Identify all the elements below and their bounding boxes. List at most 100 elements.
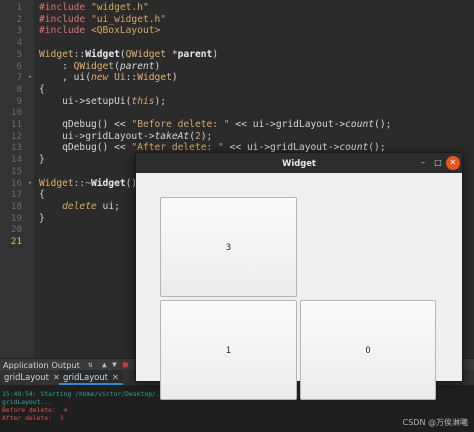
line-number: 20 <box>10 224 22 236</box>
code-text: #include <QBoxLayout> <box>39 25 160 36</box>
line-number: 19 <box>10 212 22 224</box>
line-number: 3 <box>16 25 22 37</box>
tab-label: gridLayout <box>4 372 49 382</box>
line-number: 4 <box>16 37 22 49</box>
line-number: 11 <box>10 119 22 130</box>
code-token: #include <box>39 2 91 13</box>
code-line: 6 : QWidget(parent) <box>0 61 474 72</box>
code-token: Widget <box>39 177 74 189</box>
code-token: { <box>39 83 45 95</box>
code-text: Widget::~Widget() <box>39 178 137 189</box>
code-line: 11 qDebug() << "Before delete: " << ui->… <box>0 119 474 130</box>
line-number: 14 <box>10 154 22 166</box>
code-token: ui->gridLayout-> <box>39 130 155 142</box>
code-token: { <box>39 189 45 201</box>
code-token: takeAt <box>154 130 190 142</box>
line-number: 16 <box>10 177 22 189</box>
code-token: Ui <box>114 72 126 84</box>
code-token: (); <box>374 119 392 130</box>
close-button[interactable]: ✕ <box>446 156 460 170</box>
line-number: 10 <box>10 107 22 119</box>
code-text: ui->setupUi(this); <box>39 96 166 107</box>
line-number: 1 <box>16 2 22 13</box>
code-token: <QBoxLayout> <box>90 25 161 37</box>
code-token: Widget <box>90 177 126 189</box>
close-icon[interactable]: ✕ <box>112 372 119 382</box>
up-arrow-icon[interactable]: ▲ <box>102 360 107 370</box>
code-text: #include "widget.h" <box>39 2 149 13</box>
code-token: "ui_widget.h" <box>90 13 167 25</box>
fold-arrow-icon[interactable]: ▾ <box>28 72 32 83</box>
code-text: { <box>39 84 45 95</box>
code-token: QWidget <box>73 60 115 72</box>
grid-button-1[interactable]: 1 <box>160 300 297 400</box>
code-token: count <box>345 119 375 130</box>
code-token: ui->setupUi( <box>39 95 132 107</box>
maximize-button[interactable]: □ <box>431 156 445 170</box>
line-number: 2 <box>16 13 22 25</box>
code-text: } <box>39 154 45 165</box>
code-token: parent <box>177 48 213 60</box>
window-title: Widget <box>282 158 316 168</box>
window-titlebar[interactable]: Widget – □ ✕ <box>136 153 462 173</box>
code-token: ui; <box>96 200 120 212</box>
grid-button-0[interactable]: 0 <box>300 300 436 400</box>
stop-icon[interactable]: ■ <box>123 360 128 370</box>
line-number: 5 <box>16 48 22 60</box>
code-token: } <box>39 212 45 224</box>
line-number: 15 <box>10 165 22 177</box>
code-token: } <box>39 154 45 166</box>
code-token: :: <box>125 72 138 84</box>
code-line: 5 Widget::Widget(QWidget *parent) <box>0 49 474 60</box>
grid-button-3[interactable]: 3 <box>160 197 297 297</box>
code-token: Widget <box>85 48 120 60</box>
code-line: 1 #include "widget.h" <box>0 2 474 13</box>
code-token: new <box>90 72 115 84</box>
code-token: parent <box>119 60 155 72</box>
code-token: ) <box>154 60 161 72</box>
code-text: ui->gridLayout->takeAt(2); <box>39 131 212 142</box>
code-line: 7 ▾ , ui(new Ui::Widget) <box>0 72 474 83</box>
minimize-button[interactable]: – <box>416 156 430 170</box>
down-arrow-icon[interactable]: ▼ <box>112 360 117 370</box>
code-token: ); <box>154 95 167 107</box>
output-line: gridLayout... <box>2 398 53 406</box>
tab-label: gridLayout <box>63 372 108 382</box>
widget-window[interactable]: Widget – □ ✕ 3 1 0 <box>135 152 463 400</box>
code-token: delete <box>62 200 97 212</box>
code-token: qDebug() << <box>39 142 132 154</box>
line-number: 7 <box>16 72 22 84</box>
code-token: this <box>131 95 155 107</box>
line-number: 8 <box>16 83 22 95</box>
tab-gridlayout-1[interactable]: gridLayout ✕ <box>0 370 64 385</box>
code-token: ) <box>171 72 178 84</box>
tab-gridlayout-2[interactable]: gridLayout ✕ <box>59 370 123 385</box>
code-line: 10 <box>0 107 474 118</box>
code-token: Widget <box>137 72 172 84</box>
code-text: #include "ui_widget.h" <box>39 14 166 25</box>
filter-icon[interactable]: ⇅ <box>88 360 93 370</box>
code-token: ); <box>200 130 213 142</box>
output-line: Before delete: 4 <box>2 406 68 414</box>
line-number: 21 <box>10 236 22 247</box>
watermark: CSDN @万俟淋曦 <box>402 418 468 427</box>
output-line: 15:49:54: Starting /home/victor/Desktop/… <box>2 390 168 398</box>
code-line: 8{ <box>0 84 474 95</box>
code-line: 9 ui->setupUi(this); <box>0 96 474 107</box>
code-text: : QWidget(parent) <box>39 61 160 72</box>
code-line: 12 ui->gridLayout->takeAt(2); <box>0 131 474 142</box>
line-number: 9 <box>16 95 22 107</box>
code-line: 4 <box>0 37 474 48</box>
code-line: 2 #include "ui_widget.h" <box>0 14 474 25</box>
code-text: { <box>39 189 45 200</box>
code-token: :: <box>73 48 86 60</box>
fold-arrow-icon[interactable]: ▾ <box>28 178 32 189</box>
code-token: ) <box>212 48 219 60</box>
code-token: , ui( <box>39 72 91 84</box>
code-token: << ui->gridLayout-> <box>229 119 346 130</box>
line-number: 6 <box>16 60 22 72</box>
line-number: 13 <box>10 142 22 154</box>
code-line: 3 #include <QBoxLayout> <box>0 25 474 36</box>
code-token: : <box>39 60 74 72</box>
